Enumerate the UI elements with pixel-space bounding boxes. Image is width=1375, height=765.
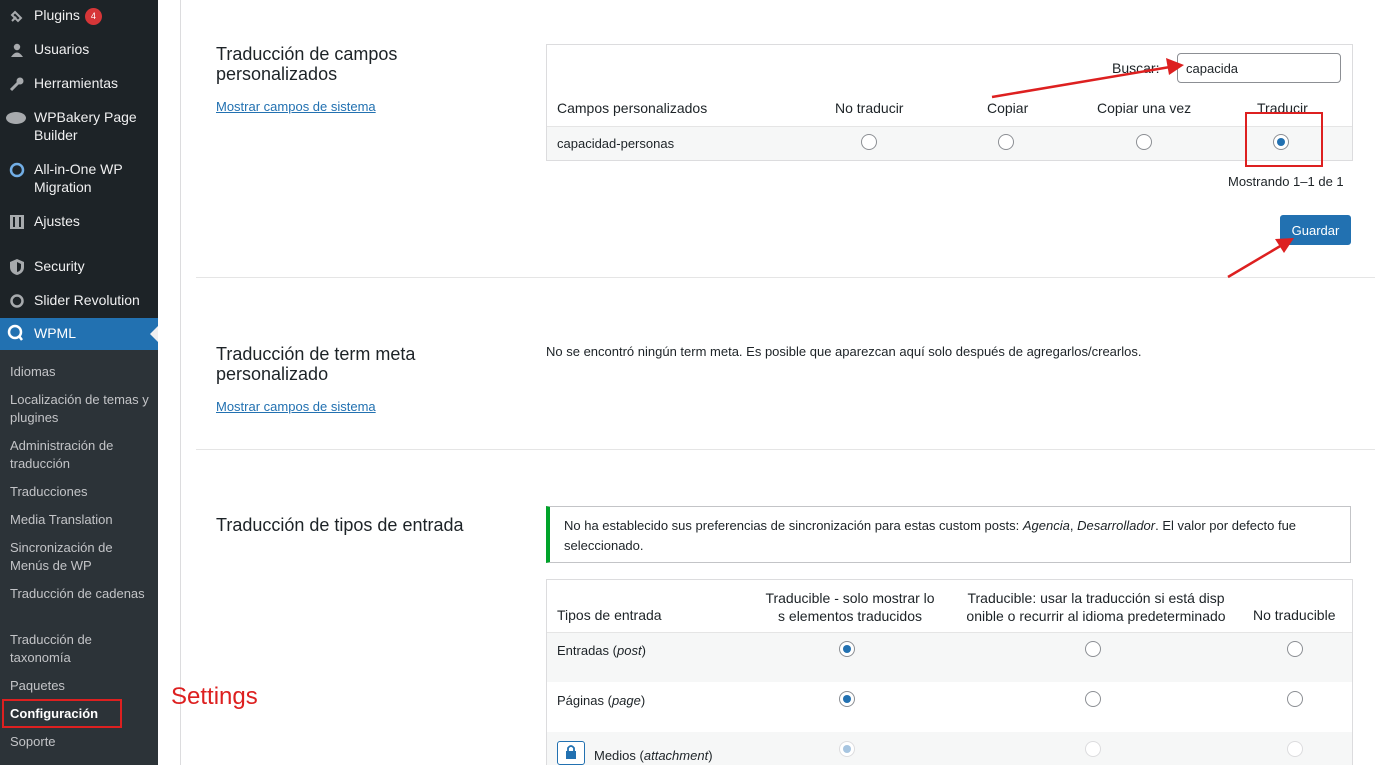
sidebar-item-label: All-in-One WP Migration <box>34 161 123 195</box>
field-name: capacidad-personas <box>557 136 675 151</box>
radio-copiar[interactable] <box>998 134 1014 150</box>
submenu-item-localizacion[interactable]: Localización de temas y plugines <box>10 391 155 427</box>
column-header-copiar-una-vez: Copiar una vez <box>1097 100 1192 116</box>
column-header-copiar: Copiar <box>987 100 1029 116</box>
radio-no-traducible[interactable] <box>1287 691 1303 707</box>
post-type-label: Páginas (page) <box>557 693 646 708</box>
submenu-item-media-translation[interactable]: Media Translation <box>10 511 155 529</box>
submenu-item-idiomas[interactable]: Idiomas <box>10 363 155 381</box>
term-meta-section-title: Traducción de term meta personalizado <box>216 344 416 384</box>
notice-separator: , <box>1069 518 1078 533</box>
search-input[interactable] <box>1177 53 1341 83</box>
radio-traducible-solo[interactable] <box>839 691 855 707</box>
sidebar-item-security[interactable]: Security <box>0 257 158 277</box>
sidebar-item-label: Slider Revolution <box>34 292 140 308</box>
radio-traducible-fallback[interactable] <box>1085 691 1101 707</box>
submenu-item-traducciones[interactable]: Traducciones <box>10 483 155 501</box>
post-type-name: Entradas <box>557 643 610 658</box>
sidebar-item-label: WPBakery Page Builder <box>34 109 137 143</box>
content-left-border <box>180 0 181 765</box>
sidebar-item-label: Security <box>34 258 85 274</box>
sidebar-item-label: Usuarios <box>34 41 90 57</box>
table-row <box>547 632 1352 682</box>
radio-copiar-una-vez[interactable] <box>1136 134 1152 150</box>
notice-post-type-agencia: Agencia <box>1022 518 1070 533</box>
post-type-name: Medios <box>594 748 636 763</box>
sidebar-item-label: Herramientas <box>34 75 119 91</box>
header-line: Traducible - solo mostrar lo <box>765 590 935 606</box>
sidebar-item-ajustes[interactable]: Ajustes <box>0 212 158 232</box>
shield-icon <box>7 257 27 277</box>
migration-icon <box>7 160 27 180</box>
post-type-name: Páginas <box>557 693 604 708</box>
wpml-icon <box>7 324 25 347</box>
users-icon <box>7 40 27 60</box>
settings-annotation: Settings <box>171 683 258 710</box>
lock-icon <box>558 745 584 765</box>
sidebar-item-label: WPML <box>34 325 76 341</box>
custom-fields-section-title: Traducción de campos personalizados <box>216 44 398 84</box>
wrench-icon <box>7 74 27 94</box>
column-header-no-traducir: No traducir <box>835 100 904 116</box>
submenu-item-traduccion-cadenas[interactable]: Traducción de cadenas <box>10 585 155 603</box>
refresh-icon <box>7 291 27 311</box>
header-line: s elementos traducidos <box>778 608 922 624</box>
save-button[interactable]: Guardar <box>1280 215 1351 245</box>
column-header-traducible-fallback: Traducible: usar la traducción si está d… <box>958 589 1234 625</box>
radio-no-traducible <box>1287 741 1303 757</box>
highlight-box-traducir <box>1245 112 1323 167</box>
column-header-no-traducible: No traducible <box>1253 607 1336 623</box>
post-type-label: Entradas (post) <box>557 643 646 658</box>
section-divider <box>196 449 1375 450</box>
sidebar-item-plugins[interactable]: Plugins 4 <box>0 6 158 26</box>
submenu-item-administracion[interactable]: Administración de traducción <box>10 437 155 473</box>
update-count-badge: 4 <box>84 8 102 25</box>
header-line: onible o recurrir al idioma predetermina… <box>966 608 1226 624</box>
settings-icon <box>7 212 27 232</box>
wpbakery-icon <box>5 108 26 128</box>
post-types-section-title: Traducción de tipos de entrada <box>216 515 464 535</box>
show-system-fields-link-2[interactable]: Mostrar campos de sistema <box>216 399 376 414</box>
submenu-item-sincronizacion-menus[interactable]: Sincronización de Menús de WP <box>10 539 155 575</box>
admin-sidebar: Plugins 4 Usuarios Herramientas WPBakery … <box>0 0 158 765</box>
header-line: Traducible: usar la traducción si está d… <box>967 590 1225 606</box>
submenu-item-paquetes[interactable]: Paquetes <box>10 677 155 695</box>
show-system-fields-link[interactable]: Mostrar campos de sistema <box>216 99 376 114</box>
sidebar-item-slider-revolution[interactable]: Slider Revolution <box>0 291 158 311</box>
submenu-item-traduccion-taxonomia[interactable]: Traducción de taxonomía <box>10 631 155 667</box>
sidebar-item-wpbakery[interactable]: WPBakery Page Builder <box>0 108 158 146</box>
section-divider <box>196 277 1375 278</box>
radio-no-traducible[interactable] <box>1287 641 1303 657</box>
radio-traducible-fallback[interactable] <box>1085 641 1101 657</box>
column-header-campos: Campos personalizados <box>557 100 708 116</box>
post-type-slug: post <box>617 643 642 658</box>
term-meta-empty-message: No se encontró ningún term meta. Es posi… <box>546 344 1142 359</box>
plugin-icon <box>7 6 27 26</box>
radio-traducible-solo <box>839 741 855 757</box>
post-type-slug: page <box>611 693 641 708</box>
post-type-label: Medios (attachment) <box>594 748 713 763</box>
post-type-slug: attachment <box>643 748 709 763</box>
radio-no-traducir[interactable] <box>861 134 877 150</box>
sidebar-item-herramientas[interactable]: Herramientas <box>0 74 158 94</box>
sidebar-item-wpml[interactable]: WPML <box>0 318 158 350</box>
radio-traducible-solo[interactable] <box>839 641 855 657</box>
submenu-item-soporte[interactable]: Soporte <box>10 733 155 751</box>
column-header-traducible-solo: Traducible - solo mostrar lo s elementos… <box>758 589 942 625</box>
pagination-count: Mostrando 1–1 de 1 <box>1228 174 1344 189</box>
sidebar-item-label: Ajustes <box>34 213 80 229</box>
notice-text: No ha establecido sus preferencias de si… <box>564 518 1023 533</box>
sidebar-item-all-in-one-migration[interactable]: All-in-One WP Migration <box>0 160 158 198</box>
sidebar-item-usuarios[interactable]: Usuarios <box>0 40 158 60</box>
search-label: Buscar: <box>1112 60 1160 76</box>
sync-notice: No ha establecido sus preferencias de si… <box>546 506 1351 563</box>
notice-post-type-desarrollador: Desarrollador <box>1077 518 1156 533</box>
radio-traducible-fallback <box>1085 741 1101 757</box>
column-header-tipos-entrada: Tipos de entrada <box>557 607 662 623</box>
lock-button[interactable] <box>557 741 585 765</box>
highlight-box-configuracion <box>2 699 122 728</box>
sidebar-item-label: Plugins <box>34 7 80 23</box>
